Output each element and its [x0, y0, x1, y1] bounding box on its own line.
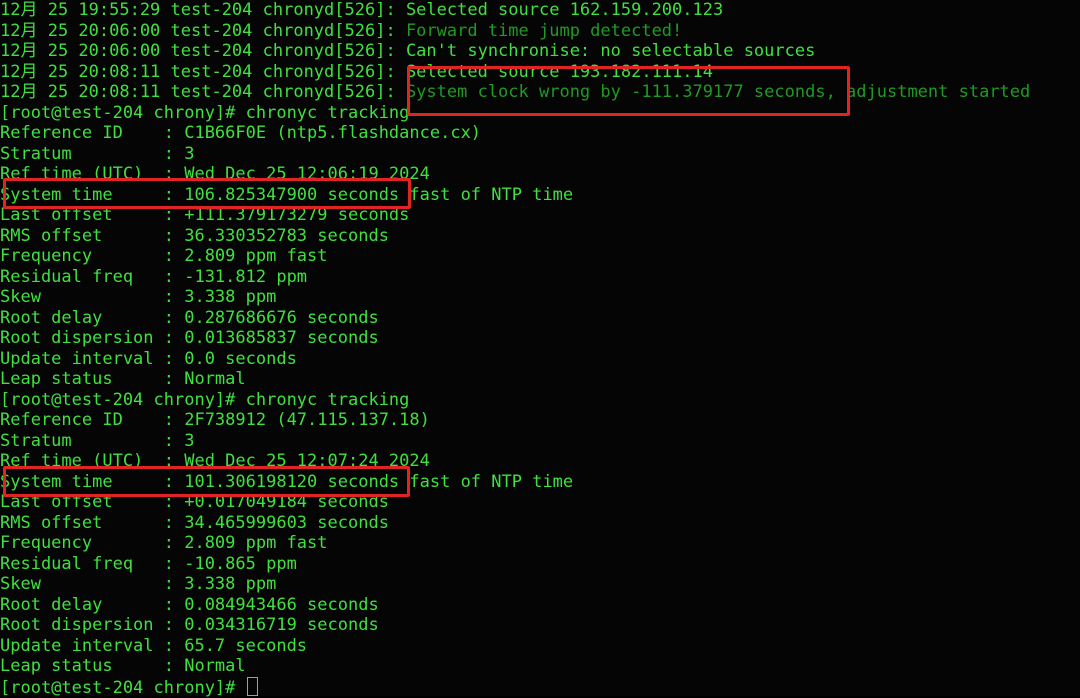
line-text: Skew : 3.338 ppm — [0, 287, 277, 307]
terminal-line: Root dispersion : 0.013685837 seconds — [0, 328, 1080, 349]
log-message: Forward time jump detected! — [405, 20, 683, 41]
line-text: Residual freq : -10.865 ppm — [0, 553, 297, 574]
terminal-line: Leap status : Normal — [0, 369, 1080, 390]
terminal-line: Reference ID : 2F738912 (47.115.137.18) — [0, 410, 1080, 431]
terminal-line: Skew : 3.338 ppm — [0, 287, 1080, 308]
line-text: Stratum : 3 — [0, 143, 195, 164]
log-message: Selected source 162.159.200.123 — [405, 0, 724, 20]
terminal-line: Skew : 3.338 ppm — [0, 574, 1080, 595]
line-text: Reference ID : 2F738912 (47.115.137.18) — [0, 410, 430, 430]
terminal-line: Residual freq : -10.865 ppm — [0, 554, 1080, 575]
line-text: [root@test-204 chrony]# — [0, 677, 246, 698]
terminal-line: RMS offset : 36.330352783 seconds — [0, 226, 1080, 247]
log-message: Can't synchronise: no selectable sources — [405, 41, 816, 61]
terminal-line: 12月 25 20:06:00 test-204 chronyd[526]: F… — [0, 21, 1080, 42]
terminal-line: Root dispersion : 0.034316719 seconds — [0, 615, 1080, 636]
line-text: Reference ID : C1B66F0E (ntp5.flashdance… — [0, 123, 482, 143]
line-text: Stratum : 3 — [0, 430, 195, 451]
line-text: Leap status : Normal — [0, 656, 246, 676]
line-text: Frequency : 2.809 ppm fast — [0, 246, 328, 266]
terminal-line: Root delay : 0.084943466 seconds — [0, 595, 1080, 616]
highlight-box-system-time-2 — [3, 466, 410, 497]
line-text: Root dispersion : 0.034316719 seconds — [0, 615, 379, 635]
line-text: Frequency : 2.809 ppm fast — [0, 533, 328, 553]
line-text: Update interval : 0.0 seconds — [0, 348, 297, 369]
line-text: Leap status : Normal — [0, 369, 246, 389]
cursor — [246, 676, 258, 696]
line-text: [root@test-204 chrony]# chronyc tracking — [0, 102, 410, 123]
line-text: Skew : 3.338 ppm — [0, 574, 277, 594]
terminal-line: Update interval : 0.0 seconds — [0, 349, 1080, 370]
terminal-line: Residual freq : -131.812 ppm — [0, 267, 1080, 288]
line-text: Root dispersion : 0.013685837 seconds — [0, 328, 379, 348]
line-text: 12月 25 20:06:00 test-204 chronyd[526]: — [0, 41, 406, 61]
line-text: 12月 25 19:55:29 test-204 chronyd[526]: — [0, 0, 406, 20]
line-text: Update interval : 65.7 seconds — [0, 635, 308, 656]
terminal-line: Reference ID : C1B66F0E (ntp5.flashdance… — [0, 123, 1080, 144]
line-text: [root@test-204 chrony]# chronyc tracking — [0, 389, 410, 410]
terminal-line: Stratum : 3 — [0, 431, 1080, 452]
terminal-line: 12月 25 19:55:29 test-204 chronyd[526]: S… — [0, 0, 1080, 21]
terminal-line: [root@test-204 chrony]# — [0, 676, 1080, 698]
terminal-line: Frequency : 2.809 ppm fast — [0, 533, 1080, 554]
line-text: 12月 25 20:06:00 test-204 chronyd[526]: — [0, 20, 406, 41]
terminal-line: Frequency : 2.809 ppm fast — [0, 246, 1080, 267]
line-text: RMS offset : 36.330352783 seconds — [0, 225, 389, 246]
terminal-line: Stratum : 3 — [0, 144, 1080, 165]
line-text: Root delay : 0.084943466 seconds — [0, 594, 379, 615]
terminal-line: 12月 25 20:06:00 test-204 chronyd[526]: C… — [0, 41, 1080, 62]
highlight-box-system-time-1 — [3, 178, 411, 209]
terminal-line: Update interval : 65.7 seconds — [0, 636, 1080, 657]
line-text: RMS offset : 34.465999603 seconds — [0, 512, 389, 533]
terminal-line: Root delay : 0.287686676 seconds — [0, 308, 1080, 329]
terminal-line: Leap status : Normal — [0, 656, 1080, 677]
line-text: 12月 25 20:08:11 test-204 chronyd[526]: — [0, 82, 406, 102]
terminal-line: [root@test-204 chrony]# chronyc tracking — [0, 390, 1080, 411]
highlight-box-clock-adjustment — [407, 66, 850, 116]
line-text: Residual freq : -131.812 ppm — [0, 266, 308, 287]
line-text: Root delay : 0.287686676 seconds — [0, 307, 379, 328]
terminal-line: RMS offset : 34.465999603 seconds — [0, 513, 1080, 534]
line-text: 12月 25 20:08:11 test-204 chronyd[526]: — [0, 61, 406, 82]
